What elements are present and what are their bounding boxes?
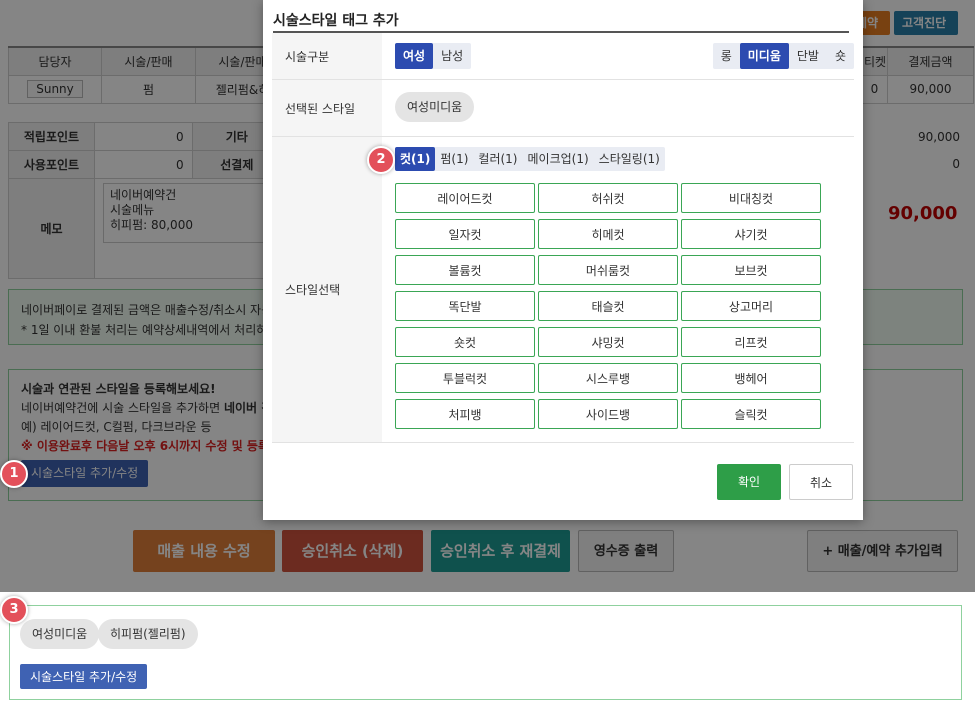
selected-style-label: 선택된 스타일 xyxy=(272,80,382,136)
style-option[interactable]: 히메컷 xyxy=(538,219,678,249)
result-tag-2[interactable]: 히피펌(젤리펌) xyxy=(98,619,198,649)
step-badge-3: 3 xyxy=(0,596,28,624)
style-category-tabs: 컷(1) 펌(1) 컬러(1) 메이크업(1) 스타일링(1) xyxy=(395,147,665,171)
tab-color[interactable]: 컬러(1) xyxy=(473,147,522,171)
category-row: 시술구분 여성 남성 롱 미디움 단발 숏 xyxy=(272,33,854,80)
style-option[interactable]: 볼륨컷 xyxy=(395,255,535,285)
style-option[interactable]: 시스루뱅 xyxy=(538,363,678,393)
style-option[interactable]: 태슬컷 xyxy=(538,291,678,321)
style-tag-modal: 시술스타일 태그 추가 시술구분 여성 남성 롱 미디움 단발 숏 선택된 스타… xyxy=(263,0,863,520)
length-short[interactable]: 숏 xyxy=(827,43,854,69)
style-option[interactable]: 비대칭컷 xyxy=(681,183,821,213)
style-option[interactable]: 슬릭컷 xyxy=(681,399,821,429)
tab-perm[interactable]: 펌(1) xyxy=(435,147,473,171)
gender-male[interactable]: 남성 xyxy=(433,43,471,69)
step-badge-1: 1 xyxy=(0,460,28,488)
length-long[interactable]: 롱 xyxy=(713,43,740,69)
category-label: 시술구분 xyxy=(272,33,382,79)
style-option[interactable]: 투블럭컷 xyxy=(395,363,535,393)
tab-makeup[interactable]: 메이크업(1) xyxy=(523,147,594,171)
style-option[interactable]: 상고머리 xyxy=(681,291,821,321)
style-option[interactable]: 레이어드컷 xyxy=(395,183,535,213)
result-tag-1[interactable]: 여성미디움 xyxy=(20,619,100,649)
selected-style-row: 선택된 스타일 여성미디움 xyxy=(272,80,854,137)
gender-toggle: 여성 남성 xyxy=(395,43,472,69)
style-select-label: 스타일선택 xyxy=(272,137,382,442)
length-medium[interactable]: 미디움 xyxy=(739,43,789,69)
style-option[interactable]: 샤기컷 xyxy=(681,219,821,249)
style-option[interactable]: 리프컷 xyxy=(681,327,821,357)
style-option[interactable]: 뱅헤어 xyxy=(681,363,821,393)
tab-styling[interactable]: 스타일링(1) xyxy=(594,147,665,171)
add-style-button[interactable]: 시술스타일 추가/수정 xyxy=(20,664,148,689)
modal-title: 시술스타일 태그 추가 xyxy=(273,10,849,33)
style-option[interactable]: 처피뱅 xyxy=(395,399,535,429)
length-toggle: 롱 미디움 단발 숏 xyxy=(712,43,854,69)
style-grid: 레이어드컷 허쉬컷 비대칭컷 일자컷 히메컷 샤기컷 볼륨컷 머쉬룸컷 보브컷 … xyxy=(395,183,821,429)
style-option[interactable]: 보브컷 xyxy=(681,255,821,285)
style-option[interactable]: 똑단발 xyxy=(395,291,535,321)
selected-style-tag[interactable]: 여성미디움 xyxy=(395,92,475,122)
length-bob[interactable]: 단발 xyxy=(789,43,827,69)
registered-styles-panel: 여성미디움 히피펌(젤리펌) 시술스타일 추가/수정 xyxy=(9,605,962,700)
style-option[interactable]: 일자컷 xyxy=(395,219,535,249)
style-option[interactable]: 허쉬컷 xyxy=(538,183,678,213)
style-option[interactable]: 샤밍컷 xyxy=(538,327,678,357)
style-option[interactable]: 머쉬룸컷 xyxy=(538,255,678,285)
confirm-button[interactable]: 확인 xyxy=(717,464,781,500)
step-badge-2: 2 xyxy=(367,146,395,174)
style-option[interactable]: 사이드뱅 xyxy=(538,399,678,429)
tab-cut[interactable]: 컷(1) xyxy=(395,147,436,171)
style-option[interactable]: 숏컷 xyxy=(395,327,535,357)
gender-female[interactable]: 여성 xyxy=(395,43,434,69)
style-select-row: 스타일선택 컷(1) 펌(1) 컬러(1) 메이크업(1) 스타일링(1) 레이… xyxy=(272,137,854,443)
cancel-button[interactable]: 취소 xyxy=(789,464,853,500)
